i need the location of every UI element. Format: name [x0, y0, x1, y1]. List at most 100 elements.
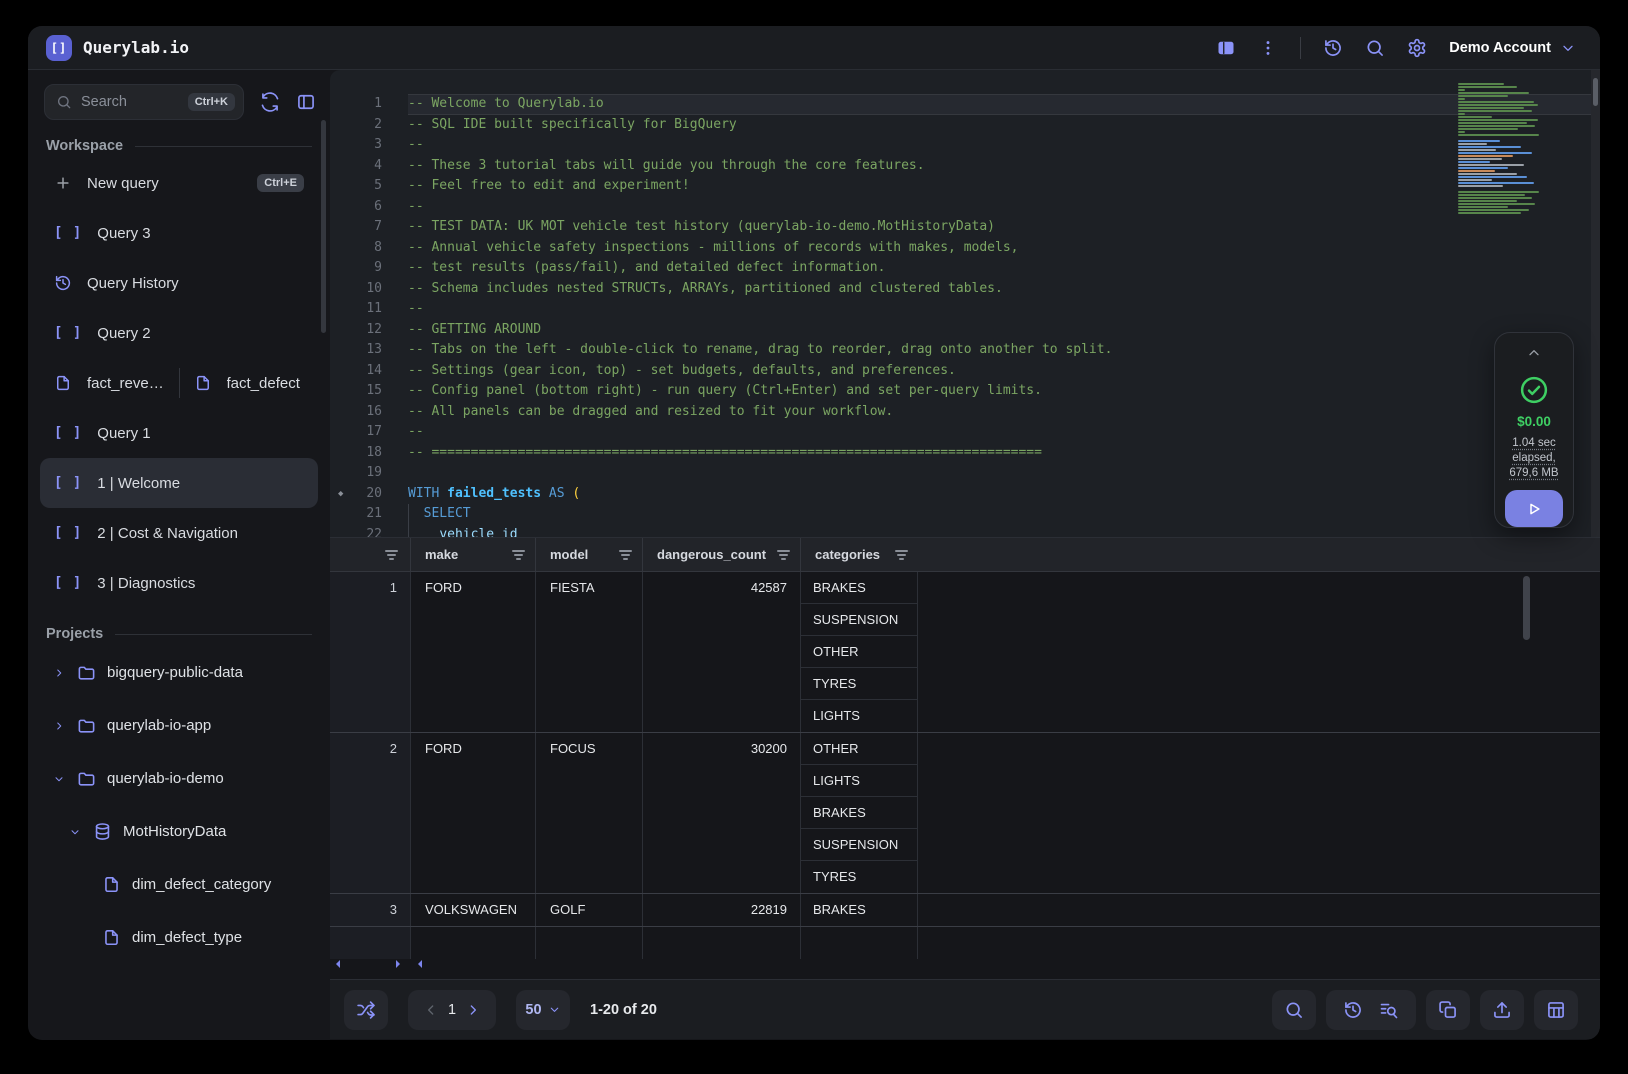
- code-line[interactable]: 15-- Config panel (bottom right) - run q…: [330, 381, 1600, 402]
- code-line[interactable]: 1-- Welcome to Querylab.io: [330, 94, 1600, 115]
- make-cell[interactable]: FORD: [410, 572, 535, 732]
- search-in-data-icon[interactable]: [1379, 1000, 1399, 1020]
- category-value-cell[interactable]: LIGHTS: [801, 700, 917, 732]
- chevron-right-icon[interactable]: [52, 720, 66, 732]
- code-area[interactable]: 1-- Welcome to Querylab.io2-- SQL IDE bu…: [330, 94, 1600, 537]
- code-line[interactable]: 9-- test results (pass/fail), and detail…: [330, 258, 1600, 279]
- row-number-cell[interactable]: 3: [330, 894, 410, 926]
- make-cell[interactable]: [410, 927, 535, 959]
- row-number-cell[interactable]: 1: [330, 572, 410, 732]
- results-vertical-scrollbar[interactable]: [1523, 576, 1530, 640]
- refresh-icon[interactable]: [260, 92, 280, 112]
- chevron-down-icon[interactable]: [68, 826, 82, 838]
- chevron-down-icon[interactable]: [52, 773, 66, 785]
- search-icon[interactable]: [1365, 38, 1385, 58]
- category-value-cell[interactable]: TYRES: [801, 668, 917, 700]
- code-line[interactable]: 5-- Feel free to edit and experiment!: [330, 176, 1600, 197]
- category-value-cell[interactable]: OTHER: [801, 636, 917, 668]
- make-cell[interactable]: VOLKSWAGEN: [410, 894, 535, 926]
- category-value-cell[interactable]: BRAKES: [801, 797, 917, 829]
- settings-gear-icon[interactable]: [1407, 38, 1427, 58]
- sidebar-item-query-history[interactable]: Query History: [40, 258, 318, 308]
- new-query-button[interactable]: New query Ctrl+E: [40, 158, 318, 208]
- category-value-cell[interactable]: BRAKES: [801, 572, 917, 604]
- row-number-cell[interactable]: [330, 927, 410, 959]
- breakpoint-marker-icon[interactable]: ◆: [338, 484, 343, 505]
- code-line[interactable]: 18-- ===================================…: [330, 443, 1600, 464]
- copy-results-button[interactable]: [1426, 990, 1470, 1030]
- sidebar-item-2-cost-navigation[interactable]: [ ]2 | Cost & Navigation: [40, 508, 318, 558]
- code-line[interactable]: 21 SELECT: [330, 504, 1600, 525]
- chevron-right-icon[interactable]: [52, 667, 66, 679]
- sidebar-scrollbar[interactable]: [321, 120, 326, 333]
- export-results-button[interactable]: [1480, 990, 1524, 1030]
- search-input[interactable]: Search Ctrl+K: [44, 84, 244, 120]
- kebab-menu-icon[interactable]: [1258, 38, 1278, 58]
- code-line[interactable]: 2-- SQL IDE built specifically for BigQu…: [330, 115, 1600, 136]
- tree-item-querylab-io-demo[interactable]: querylab-io-demo: [40, 752, 318, 805]
- search-results-button[interactable]: [1272, 990, 1316, 1030]
- category-value-cell[interactable]: [801, 927, 917, 959]
- category-value-cell[interactable]: BRAKES: [801, 894, 917, 926]
- page-size-select[interactable]: 50: [516, 990, 570, 1030]
- code-line[interactable]: 3--: [330, 135, 1600, 156]
- code-line[interactable]: 16-- All panels can be dragged and resiz…: [330, 402, 1600, 423]
- filter-icon[interactable]: [767, 550, 790, 560]
- code-line[interactable]: 12-- GETTING AROUND: [330, 320, 1600, 341]
- code-line[interactable]: 13-- Tabs on the left - double-click to …: [330, 340, 1600, 361]
- sql-editor[interactable]: 1-- Welcome to Querylab.io2-- SQL IDE bu…: [330, 70, 1600, 537]
- column-header-make[interactable]: make: [410, 538, 535, 571]
- account-menu[interactable]: Demo Account: [1449, 40, 1576, 56]
- column-header-model[interactable]: model: [535, 538, 642, 571]
- filter-icon[interactable]: [502, 550, 525, 560]
- model-cell[interactable]: GOLF: [535, 894, 642, 926]
- sidebar-item-fact-defect[interactable]: fact_defect: [180, 358, 319, 408]
- code-line[interactable]: 10-- Schema includes nested STRUCTs, ARR…: [330, 279, 1600, 300]
- toggle-sidebar-icon[interactable]: [296, 92, 316, 112]
- dangerous-count-cell[interactable]: 42587: [642, 572, 800, 732]
- model-cell[interactable]: FIESTA: [535, 572, 642, 732]
- dangerous-count-cell[interactable]: 30200: [642, 733, 800, 893]
- scroll-left-arrow-icon[interactable]: [336, 960, 340, 968]
- dangerous-count-cell[interactable]: [642, 927, 800, 959]
- sidebar-item-query-2[interactable]: [ ]Query 2: [40, 308, 318, 358]
- collapse-panel-icon[interactable]: [1526, 345, 1542, 361]
- row-number-cell[interactable]: 2: [330, 733, 410, 893]
- code-line[interactable]: 22 vehicle_id: [330, 525, 1600, 538]
- dangerous-count-cell[interactable]: 22819: [642, 894, 800, 926]
- row-number-header[interactable]: [330, 538, 410, 571]
- category-value-cell[interactable]: TYRES: [801, 861, 917, 893]
- category-value-cell[interactable]: SUSPENSION: [801, 829, 917, 861]
- sidebar-item-query-1[interactable]: [ ]Query 1: [40, 408, 318, 458]
- sidebar-item-1-welcome[interactable]: [ ]1 | Welcome: [40, 458, 318, 508]
- table-view-button[interactable]: [1534, 990, 1578, 1030]
- category-value-cell[interactable]: SUSPENSION: [801, 604, 917, 636]
- code-line[interactable]: 14-- Settings (gear icon, top) - set bud…: [330, 361, 1600, 382]
- history-icon[interactable]: [1323, 38, 1343, 58]
- tree-item-querylab-io-app[interactable]: querylab-io-app: [40, 699, 318, 752]
- filter-icon[interactable]: [385, 550, 398, 560]
- tree-item-mothistorydata[interactable]: MotHistoryData: [40, 805, 318, 858]
- editor-scrollbar[interactable]: [1591, 70, 1600, 537]
- shuffle-button[interactable]: [344, 990, 388, 1030]
- filter-icon[interactable]: [885, 550, 908, 560]
- code-line[interactable]: 11--: [330, 299, 1600, 320]
- next-page-icon[interactable]: [465, 1002, 481, 1018]
- code-line[interactable]: 8-- Annual vehicle safety inspections - …: [330, 238, 1600, 259]
- make-cell[interactable]: FORD: [410, 733, 535, 893]
- sidebar-item-fact-reven[interactable]: fact_reven...: [40, 358, 179, 408]
- layout-panels-icon[interactable]: [1216, 38, 1236, 58]
- code-line[interactable]: 4-- These 3 tutorial tabs will guide you…: [330, 156, 1600, 177]
- sidebar-item-3-diagnostics[interactable]: [ ]3 | Diagnostics: [40, 558, 318, 608]
- run-query-button[interactable]: [1505, 490, 1563, 527]
- code-line[interactable]: 7-- TEST DATA: UK MOT vehicle test histo…: [330, 217, 1600, 238]
- code-line[interactable]: ◆20WITH failed_tests AS (: [330, 484, 1600, 505]
- scroll-left-arrow-icon[interactable]: [418, 960, 422, 968]
- sidebar-item-query-3[interactable]: [ ]Query 3: [40, 208, 318, 258]
- column-header-dangerous-count[interactable]: dangerous_count: [642, 538, 800, 571]
- model-cell[interactable]: [535, 927, 642, 959]
- code-line[interactable]: 6--: [330, 197, 1600, 218]
- prev-page-icon[interactable]: [423, 1002, 439, 1018]
- code-line[interactable]: 17--: [330, 422, 1600, 443]
- model-cell[interactable]: FOCUS: [535, 733, 642, 893]
